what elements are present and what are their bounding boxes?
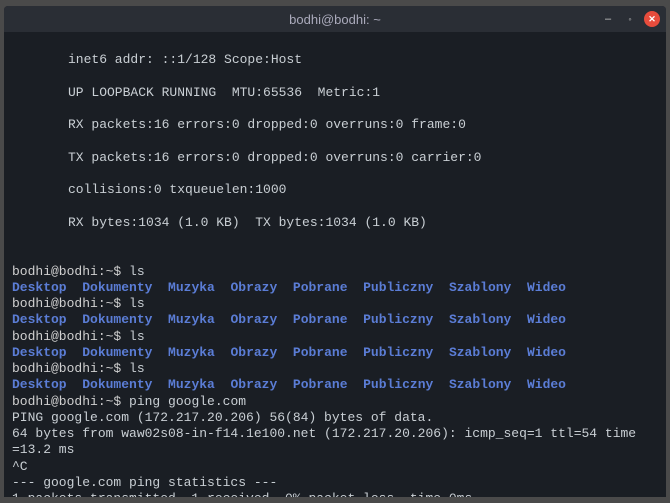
dir-item: Obrazy	[230, 312, 277, 328]
dir-item: Obrazy	[230, 280, 277, 296]
ping-line: 64 bytes from waw02s08-in-f14.1e100.net …	[12, 426, 636, 441]
window-title: bodhi@bodhi: ~	[289, 12, 381, 27]
ping-line: --- google.com ping statistics ---	[12, 475, 277, 490]
dir-item: Obrazy	[230, 345, 277, 361]
dir-item: Wideo	[527, 377, 566, 393]
ls-output-row: Desktop Dokumenty Muzyka Obrazy Pobrane …	[12, 345, 566, 360]
dir-item: Pobrane	[293, 312, 348, 328]
dir-item: Desktop	[12, 345, 67, 361]
dir-item: Szablony	[449, 377, 511, 393]
command: ls	[129, 329, 145, 344]
prompt: bodhi@bodhi:~$	[12, 329, 129, 344]
ls-output-row: Desktop Dokumenty Muzyka Obrazy Pobrane …	[12, 312, 566, 327]
dir-item: Desktop	[12, 377, 67, 393]
ifconfig-line: TX packets:16 errors:0 dropped:0 overrun…	[12, 150, 658, 166]
ifconfig-line: RX bytes:1034 (1.0 KB) TX bytes:1034 (1.…	[12, 215, 658, 231]
command: ls	[129, 264, 145, 279]
ping-line: ^C	[12, 459, 28, 474]
window-controls	[600, 11, 660, 27]
maximize-button[interactable]	[622, 11, 638, 27]
dir-item: Dokumenty	[82, 312, 152, 328]
dir-item: Publiczny	[363, 312, 433, 328]
ping-line: =13.2 ms	[12, 442, 74, 457]
command: ls	[129, 296, 145, 311]
ls-output-row: Desktop Dokumenty Muzyka Obrazy Pobrane …	[12, 377, 566, 392]
dir-item: Pobrane	[293, 377, 348, 393]
dir-item: Desktop	[12, 280, 67, 296]
ping-line: PING google.com (172.217.20.206) 56(84) …	[12, 410, 433, 425]
minimize-button[interactable]	[600, 11, 616, 27]
titlebar[interactable]: bodhi@bodhi: ~	[4, 6, 666, 32]
dir-item: Dokumenty	[82, 377, 152, 393]
ifconfig-line: UP LOOPBACK RUNNING MTU:65536 Metric:1	[12, 85, 658, 101]
dir-item: Muzyka	[168, 377, 215, 393]
dir-item: Szablony	[449, 280, 511, 296]
dir-item: Pobrane	[293, 280, 348, 296]
prompt: bodhi@bodhi:~$	[12, 394, 129, 409]
dir-item: Wideo	[527, 312, 566, 328]
dir-item: Szablony	[449, 345, 511, 361]
terminal-window: bodhi@bodhi: ~ inet6 addr: ::1/128 Scope…	[4, 6, 666, 497]
ifconfig-line: inet6 addr: ::1/128 Scope:Host	[12, 52, 658, 68]
ls-output-row: Desktop Dokumenty Muzyka Obrazy Pobrane …	[12, 280, 566, 295]
dir-item: Muzyka	[168, 312, 215, 328]
dir-item: Wideo	[527, 280, 566, 296]
prompt: bodhi@bodhi:~$	[12, 296, 129, 311]
dir-item: Muzyka	[168, 345, 215, 361]
terminal-body[interactable]: inet6 addr: ::1/128 Scope:Host UP LOOPBA…	[4, 32, 666, 497]
dir-item: Muzyka	[168, 280, 215, 296]
close-button[interactable]	[644, 11, 660, 27]
ifconfig-line: collisions:0 txqueuelen:1000	[12, 182, 658, 198]
dir-item: Publiczny	[363, 280, 433, 296]
dir-item: Wideo	[527, 345, 566, 361]
dir-item: Dokumenty	[82, 345, 152, 361]
dir-item: Szablony	[449, 312, 511, 328]
dir-item: Publiczny	[363, 345, 433, 361]
dir-item: Obrazy	[230, 377, 277, 393]
ping-line: 1 packets transmitted, 1 received, 0% pa…	[12, 491, 472, 497]
dir-item: Publiczny	[363, 377, 433, 393]
ifconfig-line: RX packets:16 errors:0 dropped:0 overrun…	[12, 117, 658, 133]
prompt: bodhi@bodhi:~$	[12, 361, 129, 376]
prompt: bodhi@bodhi:~$	[12, 264, 129, 279]
dir-item: Pobrane	[293, 345, 348, 361]
command: ping google.com	[129, 394, 246, 409]
dir-item: Desktop	[12, 312, 67, 328]
dir-item: Dokumenty	[82, 280, 152, 296]
command: ls	[129, 361, 145, 376]
